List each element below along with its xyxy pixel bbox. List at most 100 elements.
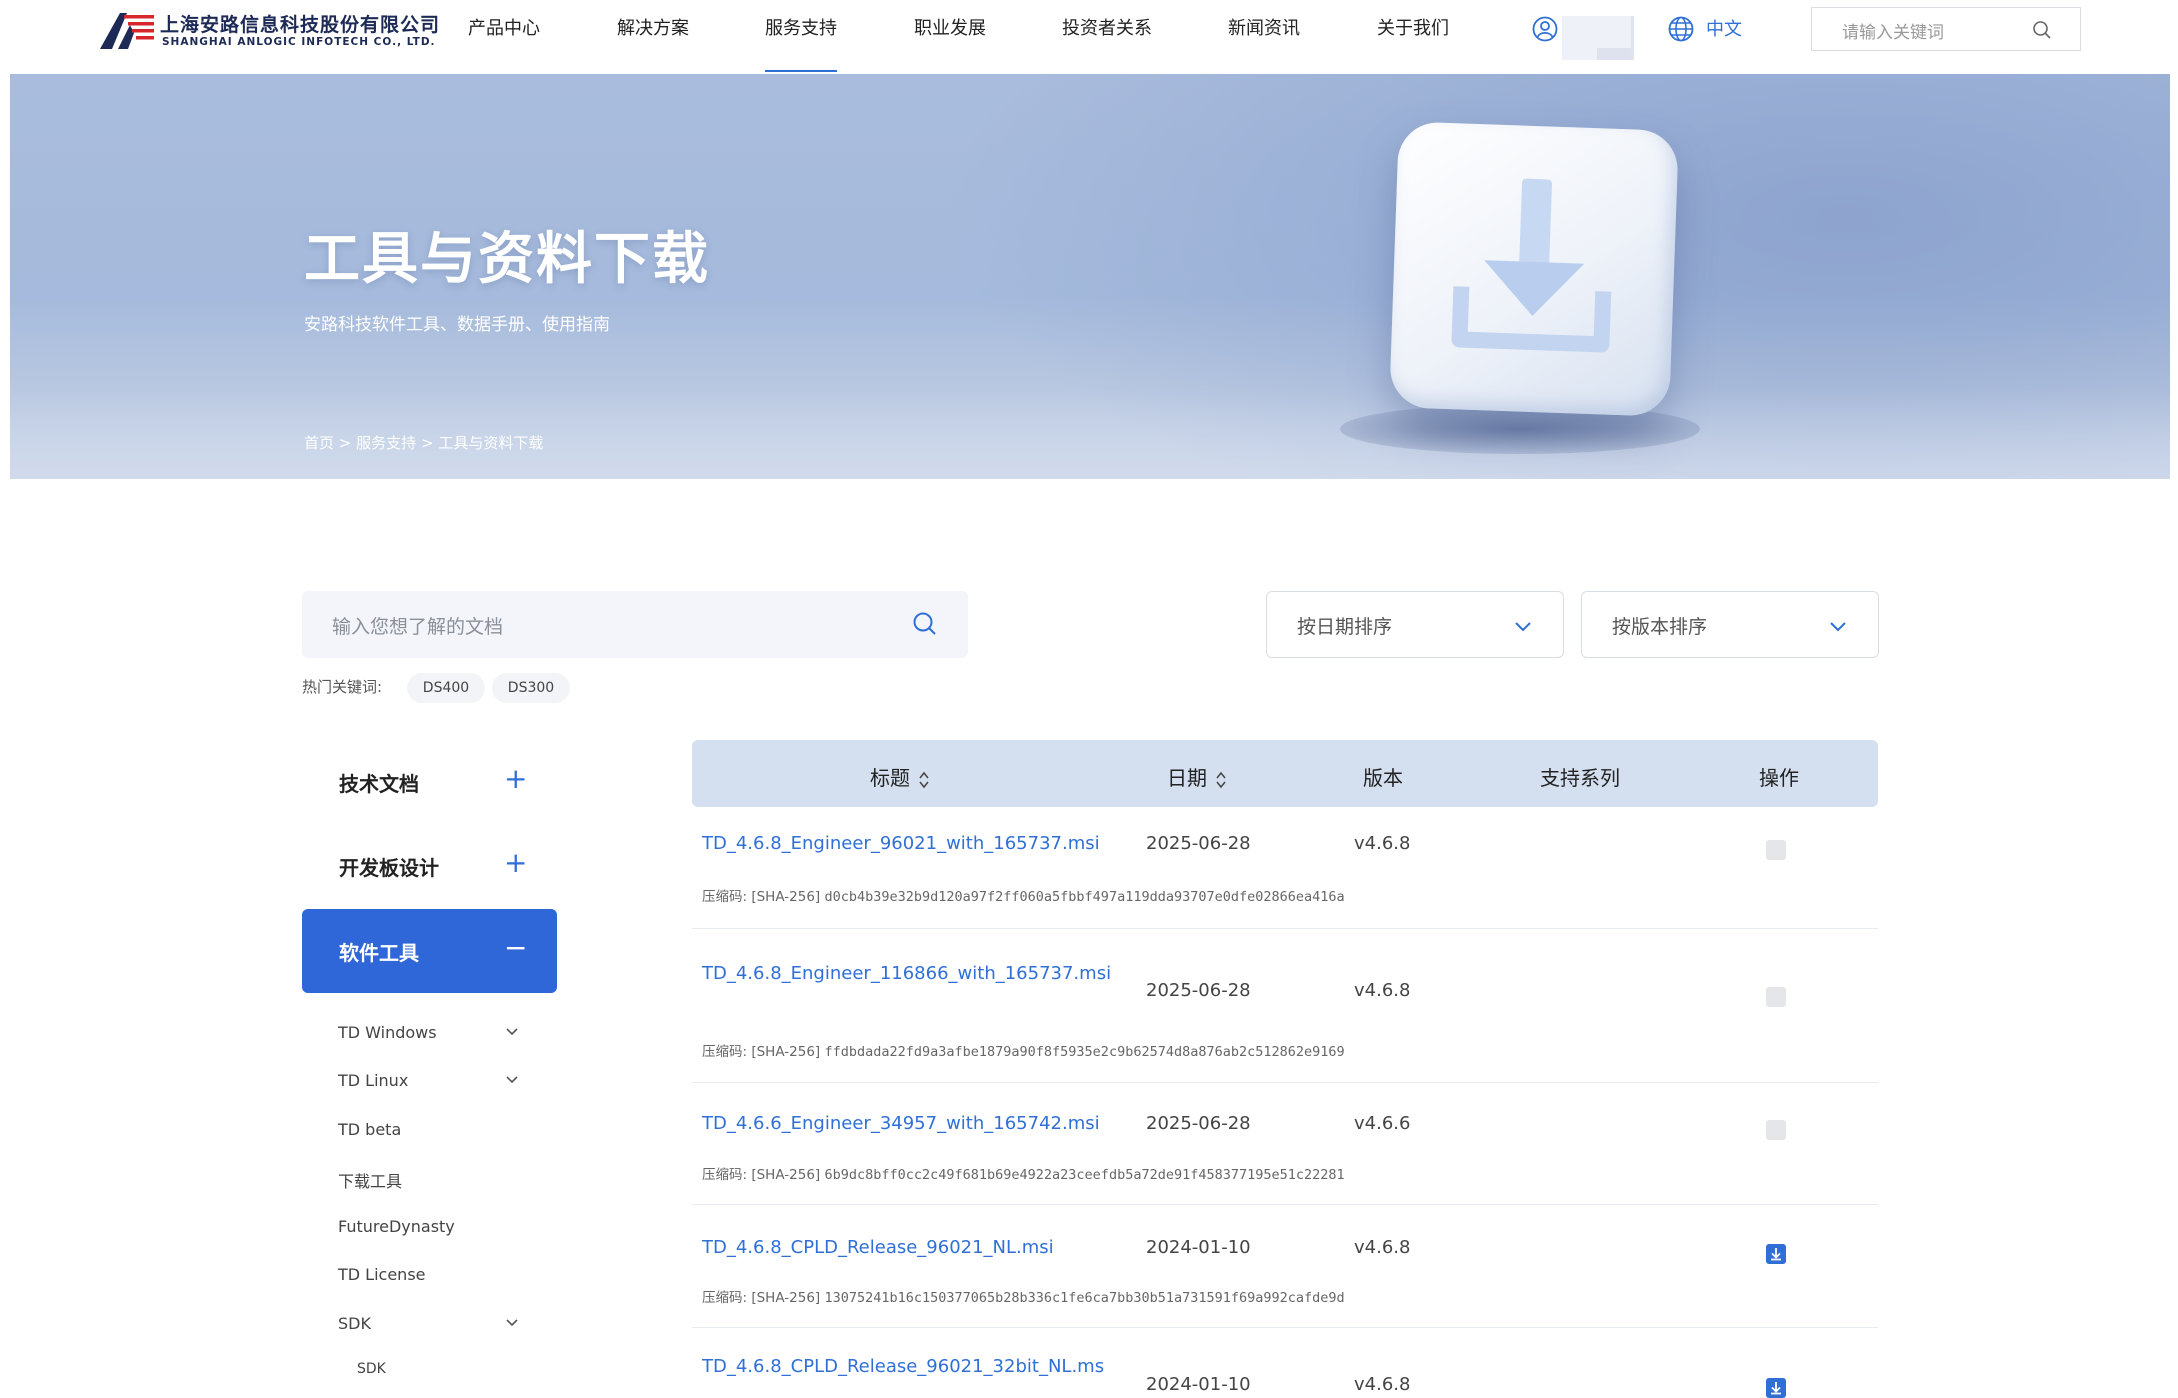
sort-icon[interactable] xyxy=(918,770,930,790)
plus-icon[interactable]: + xyxy=(504,846,527,879)
download-icon[interactable] xyxy=(1766,987,1786,1007)
table-row: TD_4.6.8_CPLD_Release_96021_32bit_NL.ms … xyxy=(692,1328,1878,1398)
hot-keyword-tag[interactable]: DS400 xyxy=(407,673,485,703)
file-date: 2024-01-10 xyxy=(1146,1374,1251,1395)
hash-prefix: 压缩码: [SHA-256] xyxy=(702,1290,821,1306)
arrow-down-icon xyxy=(1771,1248,1781,1261)
sort-icon[interactable] xyxy=(1215,770,1227,790)
nav-about[interactable]: 关于我们 xyxy=(1377,0,1449,72)
plus-icon[interactable]: + xyxy=(504,762,527,795)
nav-news[interactable]: 新闻资讯 xyxy=(1228,0,1300,72)
file-version: v4.6.8 xyxy=(1354,980,1411,1001)
category-label: 开发板设计 xyxy=(339,856,439,880)
category-board-design[interactable]: 开发板设计 + xyxy=(302,824,557,908)
logo-company-name-cn: 上海安路信息科技股份有限公司 xyxy=(160,14,441,36)
logo-company-name-en: SHANGHAI ANLOGIC INFOTECH CO., LTD. xyxy=(162,36,436,48)
breadcrumb-current: 工具与资料下载 xyxy=(438,434,544,452)
sidebar-item-td-beta[interactable]: TD beta xyxy=(338,1120,401,1139)
column-action: 操作 xyxy=(1759,766,1799,790)
file-title-link[interactable]: TD_4.6.8_Engineer_116866_with_165737.msi xyxy=(702,959,1122,989)
page-subtitle: 安路科技软件工具、数据手册、使用指南 xyxy=(304,315,610,335)
breadcrumb-home[interactable]: 首页 xyxy=(304,432,334,453)
file-hash: 压缩码: [SHA-256] ffdbdada22fd9a3afbe1879a9… xyxy=(702,1040,1345,1060)
globe-icon[interactable] xyxy=(1668,16,1694,42)
nav-solutions[interactable]: 解决方案 xyxy=(617,0,689,72)
download-icon[interactable] xyxy=(1766,840,1786,860)
header-search-placeholder: 请输入关键词 xyxy=(1842,23,1944,43)
column-version: 版本 xyxy=(1363,766,1403,790)
download-icon[interactable] xyxy=(1766,1244,1786,1264)
table-row: TD_4.6.8_CPLD_Release_96021_NL.msi 2024-… xyxy=(692,1205,1878,1328)
breadcrumb: 首页 > 服务支持 > 工具与资料下载 xyxy=(304,432,543,453)
file-version: v4.6.6 xyxy=(1354,1113,1411,1134)
sidebar-item-td-license[interactable]: TD License xyxy=(338,1265,426,1284)
download-icon xyxy=(1451,178,1612,353)
hot-keywords-label: 热门关键词: xyxy=(302,678,383,696)
hot-keyword-tag[interactable]: DS300 xyxy=(492,673,570,703)
file-version: v4.6.8 xyxy=(1354,833,1411,854)
breadcrumb-support[interactable]: 服务支持 xyxy=(356,432,416,453)
column-series: 支持系列 xyxy=(1540,766,1620,790)
category-software-tools[interactable]: 软件工具 − xyxy=(302,909,557,993)
category-tech-docs[interactable]: 技术文档 + xyxy=(302,740,557,824)
column-title[interactable]: 标题 xyxy=(870,762,930,791)
chevron-down-icon[interactable] xyxy=(504,1315,520,1331)
sort-by-version-select[interactable]: 按版本排序 xyxy=(1581,591,1879,658)
hash-prefix: 压缩码: [SHA-256] xyxy=(702,1044,821,1060)
file-hash: 压缩码: [SHA-256] 13075241b16c150377065b28b… xyxy=(702,1286,1345,1306)
top-navbar: 上海安路信息科技股份有限公司 SHANGHAI ANLOGIC INFOTECH… xyxy=(0,0,2178,72)
anlogic-logo-icon[interactable] xyxy=(100,11,154,49)
download-icon[interactable] xyxy=(1766,1120,1786,1140)
column-date[interactable]: 日期 xyxy=(1167,762,1227,791)
page-title: 工具与资料下载 xyxy=(304,227,710,292)
table-header: 标题 日期 版本 支持系列 操作 xyxy=(692,740,1878,807)
user-avatar[interactable] xyxy=(1562,16,1634,60)
nav-investors[interactable]: 投资者关系 xyxy=(1062,0,1152,72)
chevron-down-icon xyxy=(1830,622,1846,632)
sidebar-item-td-windows[interactable]: TD Windows xyxy=(338,1023,437,1042)
file-title-link[interactable]: TD_4.6.8_Engineer_96021_with_165737.msi xyxy=(702,829,1122,859)
document-search-placeholder: 输入您想了解的文档 xyxy=(332,616,504,638)
file-version: v4.6.8 xyxy=(1354,1237,1411,1258)
sort-by-date-select[interactable]: 按日期排序 xyxy=(1266,591,1564,658)
nav-products[interactable]: 产品中心 xyxy=(468,0,540,72)
sidebar-item-futuredynasty[interactable]: FutureDynasty xyxy=(338,1217,455,1236)
hash-value: 13075241b16c150377065b28b336c1fe6ca7bb30… xyxy=(824,1290,1345,1306)
chevron-down-icon[interactable] xyxy=(504,1024,520,1040)
file-title-link[interactable]: TD_4.6.6_Engineer_34957_with_165742.msi xyxy=(702,1109,1122,1139)
file-date: 2025-06-28 xyxy=(1146,833,1251,854)
sidebar-item-download-tool[interactable]: 下载工具 xyxy=(338,1168,402,1192)
nav-careers[interactable]: 职业发展 xyxy=(914,0,986,72)
breadcrumb-separator: > xyxy=(338,434,352,452)
chevron-down-icon[interactable] xyxy=(504,1072,520,1088)
file-hash: 压缩码: [SHA-256] 6b9dc8bff0cc2c49f681b69e4… xyxy=(702,1163,1345,1183)
sidebar-item-td-linux[interactable]: TD Linux xyxy=(338,1071,408,1090)
file-title-link[interactable]: TD_4.6.8_CPLD_Release_96021_32bit_NL.ms xyxy=(702,1352,1142,1382)
file-hash: 压缩码: [SHA-256] d0cb4b39e32b9d120a97f2ff0… xyxy=(702,885,1345,905)
hero-banner: 工具与资料下载 安路科技软件工具、数据手册、使用指南 首页 > 服务支持 > 工… xyxy=(10,74,2170,479)
sidebar-subitem-sdk[interactable]: SDK xyxy=(357,1361,386,1377)
sidebar-item-sdk[interactable]: SDK xyxy=(338,1314,371,1333)
table-row: TD_4.6.6_Engineer_34957_with_165742.msi … xyxy=(692,1083,1878,1205)
document-search-input[interactable]: 输入您想了解的文档 xyxy=(302,591,968,658)
hash-prefix: 压缩码: [SHA-256] xyxy=(702,889,821,905)
file-date: 2025-06-28 xyxy=(1146,1113,1251,1134)
sort-by-date-label: 按日期排序 xyxy=(1297,616,1393,638)
file-title-link[interactable]: TD_4.6.8_CPLD_Release_96021_NL.msi xyxy=(702,1233,1122,1263)
column-date-label: 日期 xyxy=(1167,766,1207,790)
search-icon[interactable] xyxy=(912,611,938,637)
hash-value: ffdbdada22fd9a3afbe1879a90f8f5935e2c9b62… xyxy=(824,1044,1345,1060)
search-icon[interactable] xyxy=(2032,20,2052,40)
table-row: TD_4.6.8_Engineer_96021_with_165737.msi … xyxy=(692,822,1878,929)
minus-icon[interactable]: − xyxy=(504,931,527,964)
language-switch[interactable]: 中文 xyxy=(1706,15,1742,41)
hash-prefix: 压缩码: [SHA-256] xyxy=(702,1167,821,1183)
breadcrumb-separator: > xyxy=(420,434,434,452)
download-illustration xyxy=(1389,121,1679,417)
download-icon[interactable] xyxy=(1766,1378,1786,1398)
column-title-label: 标题 xyxy=(870,766,910,790)
nav-support[interactable]: 服务支持 xyxy=(765,0,837,72)
header-search-input[interactable]: 请输入关键词 xyxy=(1811,7,2081,51)
arrow-down-icon xyxy=(1771,1382,1781,1395)
user-icon[interactable] xyxy=(1532,16,1558,42)
